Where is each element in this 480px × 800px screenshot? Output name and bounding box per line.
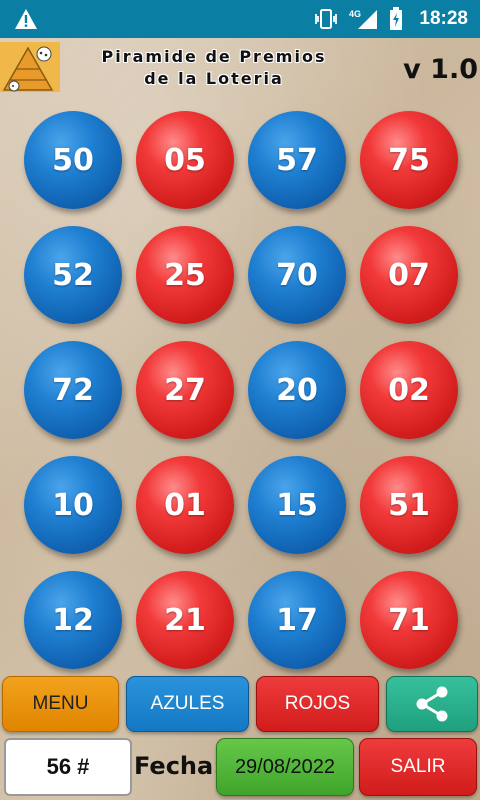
ball-number: 20 (276, 372, 318, 408)
blue-ball[interactable]: 15 (248, 456, 346, 554)
red-ball[interactable]: 25 (136, 226, 234, 324)
fecha-label: Fecha: (134, 752, 223, 780)
rojos-button[interactable]: ROJOS (256, 676, 379, 732)
ball-number: 21 (164, 602, 206, 638)
battery-icon (389, 7, 403, 31)
ball-number: 72 (52, 372, 94, 408)
ball-number: 75 (388, 142, 430, 178)
blue-ball[interactable]: 70 (248, 226, 346, 324)
warning-icon (15, 9, 37, 29)
azules-button[interactable]: AZULES (126, 676, 249, 732)
ball-number: 25 (164, 257, 206, 293)
red-ball[interactable]: 75 (360, 111, 458, 209)
ball-number: 17 (276, 602, 318, 638)
red-ball[interactable]: 27 (136, 341, 234, 439)
version-label: v 1.0 (403, 54, 478, 85)
count-box[interactable]: 56 # (4, 738, 132, 796)
ball-number: 07 (388, 257, 430, 293)
svg-text:4G: 4G (349, 9, 361, 19)
salir-button[interactable]: SALIR (359, 738, 477, 796)
ball-number: 02 (388, 372, 430, 408)
blue-ball[interactable]: 57 (248, 111, 346, 209)
date-button[interactable]: 29/08/2022 (216, 738, 354, 796)
ball-number: 05 (164, 142, 206, 178)
blue-ball[interactable]: 20 (248, 341, 346, 439)
pyramid-logo-icon (0, 42, 60, 92)
app-title-line2: de la Loteria (144, 69, 284, 88)
ball-number: 15 (276, 487, 318, 523)
status-bar: 4G 18:28 (0, 0, 480, 38)
share-button[interactable] (386, 676, 478, 732)
ball-number: 70 (276, 257, 318, 293)
red-ball[interactable]: 21 (136, 571, 234, 669)
blue-ball[interactable]: 17 (248, 571, 346, 669)
red-ball[interactable]: 01 (136, 456, 234, 554)
red-ball[interactable]: 71 (360, 571, 458, 669)
red-ball[interactable]: 51 (360, 456, 458, 554)
clock-time: 18:28 (419, 8, 468, 29)
blue-ball[interactable]: 10 (24, 456, 122, 554)
vibrate-icon (313, 9, 339, 29)
ball-number: 51 (388, 487, 430, 523)
red-ball[interactable]: 07 (360, 226, 458, 324)
menu-button[interactable]: MENU (2, 676, 119, 732)
share-icon (416, 686, 448, 722)
blue-ball[interactable]: 12 (24, 571, 122, 669)
ball-number: 71 (388, 602, 430, 638)
red-ball[interactable]: 05 (136, 111, 234, 209)
signal-icon: 4G (349, 8, 379, 30)
ball-number: 01 (164, 487, 206, 523)
blue-ball[interactable]: 52 (24, 226, 122, 324)
blue-ball[interactable]: 50 (24, 111, 122, 209)
blue-ball[interactable]: 72 (24, 341, 122, 439)
red-ball[interactable]: 02 (360, 341, 458, 439)
ball-number: 10 (52, 487, 94, 523)
app-title-line1: Piramide de Premios (101, 47, 327, 66)
ball-number: 27 (164, 372, 206, 408)
ball-number: 52 (52, 257, 94, 293)
ball-number: 12 (52, 602, 94, 638)
app-title: Piramide de Premios de la Loteria (64, 46, 364, 90)
ball-number: 57 (276, 142, 318, 178)
ball-number: 50 (52, 142, 94, 178)
